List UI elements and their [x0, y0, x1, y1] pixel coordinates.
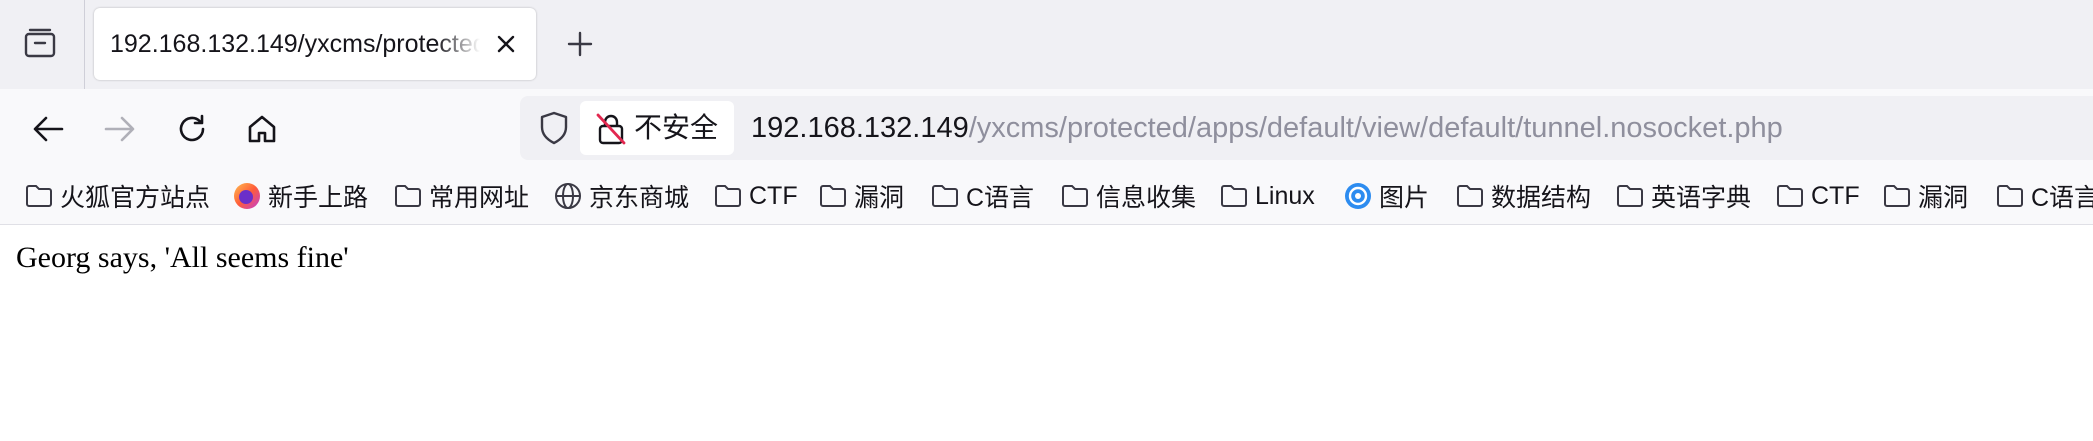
not-secure-label: 不安全	[634, 112, 719, 143]
tab-list-button[interactable]	[10, 13, 70, 73]
bookmark-label: 新手上路	[268, 184, 369, 212]
tab-list-icon	[24, 28, 56, 58]
address-bar[interactable]: 不安全 192.168.132.149/yxcms/protected/apps…	[520, 96, 2093, 160]
tab-close-button[interactable]	[490, 28, 522, 60]
bookmark-item[interactable]: 火狐官方站点	[24, 168, 210, 224]
insecure-lock-icon	[596, 113, 626, 145]
folder-icon	[1615, 181, 1645, 211]
back-button[interactable]	[24, 105, 72, 153]
bookmark-label: C语言	[2031, 184, 2093, 212]
bookmark-item[interactable]: 漏洞	[1882, 168, 1968, 224]
bookmark-label: 数据结构	[1491, 184, 1592, 212]
tracking-protection-button[interactable]	[530, 104, 578, 152]
folder-icon	[713, 181, 743, 211]
bookmark-label: 图片	[1379, 184, 1430, 212]
bookmark-item[interactable]: 英语字典	[1615, 168, 1751, 224]
bookmark-item[interactable]: CTF	[1775, 168, 1860, 224]
bookmarks-toolbar: 火狐官方站点 新手上路 常用网址 京东商城 CTF 漏洞 C语言 信息收集 Li…	[0, 168, 2093, 225]
bookmark-label: CTF	[1811, 181, 1860, 210]
bookmark-label: 火狐官方站点	[60, 184, 211, 212]
site-identity-button[interactable]: 不安全	[580, 101, 734, 155]
bookmark-item[interactable]: C语言	[1995, 168, 2093, 224]
folder-icon	[393, 181, 423, 211]
arrow-left-icon	[33, 116, 64, 142]
folder-icon	[1995, 181, 2025, 211]
image-site-icon	[1343, 181, 1373, 211]
bookmark-item[interactable]: Linux	[1219, 168, 1315, 224]
navigation-toolbar: 不安全 192.168.132.149/yxcms/protected/apps…	[0, 89, 2093, 168]
bookmark-item[interactable]: 信息收集	[1060, 168, 1196, 224]
tab-separator	[84, 0, 85, 89]
shield-icon	[540, 111, 568, 145]
folder-icon	[930, 181, 960, 211]
url-text[interactable]: 192.168.132.149/yxcms/protected/apps/def…	[751, 96, 1783, 160]
firefox-icon	[232, 181, 262, 211]
bookmark-item[interactable]: 京东商城	[553, 168, 689, 224]
arrow-right-icon	[104, 116, 135, 142]
bookmark-item[interactable]: 新手上路	[232, 168, 368, 224]
folder-icon	[1219, 181, 1249, 211]
bookmark-item[interactable]: 图片	[1343, 168, 1429, 224]
bookmark-item[interactable]: 漏洞	[818, 168, 904, 224]
bookmark-item[interactable]: 常用网址	[393, 168, 529, 224]
bookmark-label: Linux	[1255, 181, 1315, 210]
bookmark-label: C语言	[966, 184, 1035, 212]
folder-icon	[818, 181, 848, 211]
tab-active[interactable]: 192.168.132.149/yxcms/protected/apps/def…	[94, 8, 536, 80]
home-icon	[248, 115, 276, 143]
bookmark-item[interactable]: CTF	[713, 168, 798, 224]
bookmark-label: 常用网址	[429, 184, 530, 212]
bookmark-item[interactable]: C语言	[930, 168, 1034, 224]
tab-strip: 192.168.132.149/yxcms/protected/apps/def…	[0, 0, 2093, 89]
reload-button[interactable]	[168, 105, 216, 153]
folder-icon	[1060, 181, 1090, 211]
bookmark-label: 漏洞	[854, 184, 905, 212]
bookmark-label: 漏洞	[1918, 184, 1969, 212]
folder-icon	[24, 181, 54, 211]
url-path: /yxcms/protected/apps/default/view/defau…	[968, 112, 1783, 144]
bookmark-label: 京东商城	[589, 184, 690, 212]
forward-button[interactable]	[96, 105, 144, 153]
close-icon	[497, 35, 515, 53]
page-content: Georg says, 'All seems fine'	[0, 225, 2093, 441]
home-button[interactable]	[238, 105, 286, 153]
globe-icon	[553, 181, 583, 211]
folder-icon	[1455, 181, 1485, 211]
new-tab-button[interactable]	[556, 20, 604, 68]
bookmark-label: 英语字典	[1651, 184, 1752, 212]
folder-icon	[1775, 181, 1805, 211]
bookmark-label: 信息收集	[1096, 184, 1197, 212]
reload-icon	[179, 114, 205, 142]
page-body-text: Georg says, 'All seems fine'	[16, 241, 349, 274]
plus-icon	[567, 31, 593, 57]
bookmark-label: CTF	[749, 181, 798, 210]
url-host: 192.168.132.149	[751, 112, 969, 144]
folder-icon	[1882, 181, 1912, 211]
tab-title: 192.168.132.149/yxcms/protected/apps/def…	[110, 30, 480, 58]
bookmark-item[interactable]: 数据结构	[1455, 168, 1591, 224]
